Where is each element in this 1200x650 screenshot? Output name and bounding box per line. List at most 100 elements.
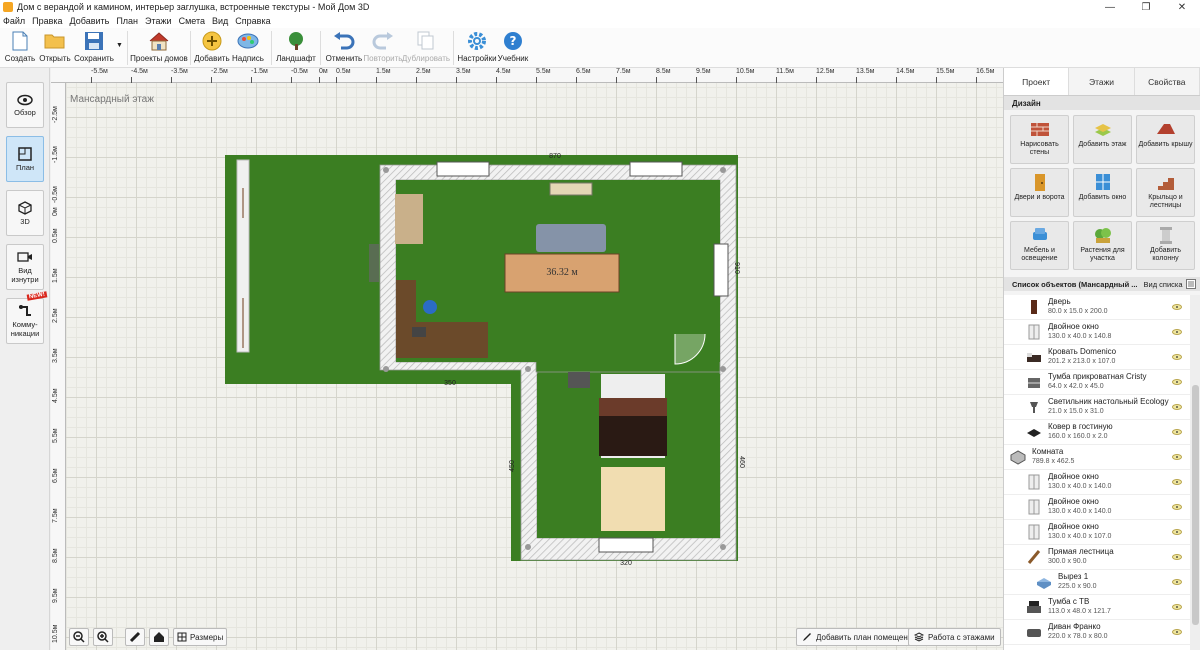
- radiator[interactable]: [369, 244, 379, 282]
- menu-estimate[interactable]: Смета: [179, 16, 205, 26]
- visibility-eye-icon[interactable]: [1172, 354, 1182, 360]
- ruler-button[interactable]: [125, 628, 145, 646]
- visibility-eye-icon[interactable]: [1172, 304, 1182, 310]
- visibility-eye-icon[interactable]: [1172, 429, 1182, 435]
- visibility-eye-icon[interactable]: [1172, 379, 1182, 385]
- add-plus-icon: [201, 30, 223, 52]
- zoom-in-button[interactable]: [93, 628, 113, 646]
- sofa[interactable]: [536, 224, 606, 252]
- home-button[interactable]: [149, 628, 169, 646]
- object-list-item[interactable]: Кровать Domenico 201.2 x 213.0 x 107.0: [1004, 345, 1190, 370]
- menu-edit[interactable]: Правка: [32, 16, 62, 26]
- inside-view-button[interactable]: Вид изнутри: [6, 244, 44, 290]
- window-top-left[interactable]: [436, 161, 490, 177]
- nightstand[interactable]: [568, 372, 590, 388]
- list-view-icon[interactable]: [1185, 279, 1196, 289]
- maximize-button[interactable]: ❐: [1128, 0, 1164, 14]
- object-list-item[interactable]: Ковер в гостиную 160.0 x 160.0 x 2.0: [1004, 420, 1190, 445]
- scrollbar-thumb[interactable]: [1192, 385, 1199, 625]
- menu-floors[interactable]: Этажи: [145, 16, 172, 26]
- view-list-button[interactable]: Вид списка: [1144, 280, 1183, 289]
- doors-gates-button[interactable]: Двери и ворота: [1010, 168, 1069, 217]
- landscape-button[interactable]: Ландшафт: [276, 28, 316, 66]
- object-list-item[interactable]: Тумба с ТВ 113.0 x 48.0 x 121.7: [1004, 595, 1190, 620]
- menu-view[interactable]: Вид: [212, 16, 228, 26]
- object-list-item[interactable]: Вырез 1 225.0 x 90.0: [1004, 570, 1190, 595]
- visibility-eye-icon[interactable]: [1172, 454, 1182, 460]
- create-button[interactable]: Создать: [2, 28, 38, 66]
- tab-properties[interactable]: Свойства: [1135, 68, 1200, 95]
- tab-floors[interactable]: Этажи: [1069, 68, 1135, 95]
- duplicate-button[interactable]: Дублировать: [402, 28, 450, 66]
- floors-work-button[interactable]: Работа с этажами: [908, 628, 1001, 646]
- close-button[interactable]: ✕: [1164, 0, 1200, 14]
- cabinet[interactable]: [395, 194, 423, 244]
- add-window-button[interactable]: Добавить окно: [1073, 168, 1132, 217]
- menu-plan[interactable]: План: [116, 16, 138, 26]
- add-roof-button[interactable]: Добавить крышу: [1136, 115, 1195, 164]
- visibility-eye-icon[interactable]: [1172, 404, 1182, 410]
- visibility-eye-icon[interactable]: [1172, 504, 1182, 510]
- plan-view-button[interactable]: План: [6, 136, 44, 182]
- redo-button[interactable]: Повторить: [363, 28, 403, 66]
- object-list-item[interactable]: Светильник настольный Ecology 21.0 x 15.0…: [1004, 395, 1190, 420]
- object-list-item[interactable]: Двойное окно 130.0 x 40.0 x 140.8: [1004, 320, 1190, 345]
- tutorial-button[interactable]: ? Учебник: [496, 28, 530, 66]
- plan-canvas[interactable]: -5.5м -4.5м -3.5м -2.5м -1.5м -0.5м 0м 0.5м 1.5м…: [51, 68, 1003, 650]
- object-list-scrollbar[interactable]: [1190, 295, 1200, 650]
- object-list-item[interactable]: Комната 789.8 x 462.5: [1004, 445, 1190, 470]
- minimize-button[interactable]: —: [1092, 0, 1128, 14]
- object-list-item[interactable]: Двойное окно 130.0 x 40.0 x 140.0: [1004, 495, 1190, 520]
- menu-help[interactable]: Справка: [235, 16, 270, 26]
- add-floor-button[interactable]: Добавить этаж: [1073, 115, 1132, 164]
- visibility-eye-icon[interactable]: [1172, 604, 1182, 610]
- visibility-eye-icon[interactable]: [1172, 554, 1182, 560]
- undo-button[interactable]: Отменить: [325, 28, 363, 66]
- object-list-item[interactable]: Двойное окно 130.0 x 40.0 x 140.0: [1004, 470, 1190, 495]
- visibility-eye-icon[interactable]: [1172, 579, 1182, 585]
- window-right[interactable]: [713, 243, 729, 297]
- visibility-eye-icon[interactable]: [1172, 329, 1182, 335]
- window-top-right[interactable]: [629, 161, 683, 177]
- furniture-lighting-button[interactable]: Мебель и освещение: [1010, 221, 1069, 270]
- visibility-eye-icon[interactable]: [1172, 479, 1182, 485]
- zoom-out-button[interactable]: [69, 628, 89, 646]
- tab-project[interactable]: Проект: [1004, 68, 1070, 95]
- object-list-item[interactable]: Дверь 80.0 x 15.0 x 200.0: [1004, 295, 1190, 320]
- overview-button[interactable]: Обзор: [6, 82, 44, 128]
- visibility-eye-icon[interactable]: [1172, 529, 1182, 535]
- house-projects-button[interactable]: Проекты домов: [130, 28, 188, 66]
- add-column-button[interactable]: Добавить колонну: [1136, 221, 1195, 270]
- object-name: Светильник настольный Ecology: [1048, 397, 1169, 406]
- object-list-item[interactable]: Прямая лестница 300.0 x 90.0: [1004, 545, 1190, 570]
- porch-stairs-button[interactable]: Крыльцо и лестницы: [1136, 168, 1195, 217]
- object-list-item[interactable]: Диван Франко 220.0 x 78.0 x 80.0: [1004, 620, 1190, 645]
- menu-file[interactable]: Файл: [3, 16, 25, 26]
- desk-bottom[interactable]: [396, 322, 488, 358]
- 3d-view-button[interactable]: 3D: [6, 190, 44, 236]
- open-button[interactable]: Открыть: [38, 28, 72, 66]
- label-button[interactable]: Надпись: [229, 28, 267, 66]
- object-list[interactable]: Дверь 80.0 x 15.0 x 200.0 Двойное окно 130.…: [1004, 295, 1190, 650]
- visibility-eye-icon[interactable]: [1172, 629, 1182, 635]
- rug[interactable]: [601, 467, 665, 531]
- menu-add[interactable]: Добавить: [70, 16, 110, 26]
- save-dropdown-arrow-icon[interactable]: ▼: [116, 42, 123, 49]
- object-info: Двойное окно 130.0 x 40.0 x 140.0: [1048, 472, 1172, 492]
- object-list-item[interactable]: Тумба прикроватная Cristy 64.0 x 42.0 x 4…: [1004, 370, 1190, 395]
- window-bottom[interactable]: [598, 537, 654, 553]
- add-button[interactable]: Добавить: [194, 28, 230, 66]
- settings-button[interactable]: Настройки: [457, 28, 497, 66]
- tv-stand[interactable]: [549, 182, 593, 196]
- plants-button[interactable]: Растения для участка: [1073, 221, 1132, 270]
- save-button[interactable]: Сохранить: [72, 28, 116, 66]
- object-list-item[interactable]: Двойное окно 130.0 x 40.0 x 107.0: [1004, 520, 1190, 545]
- draw-walls-button[interactable]: Нарисовать стены: [1010, 115, 1069, 164]
- lamp[interactable]: [412, 327, 426, 337]
- new-file-icon: [9, 30, 31, 52]
- add-room-plan-button[interactable]: Добавить план помещения: [796, 628, 923, 646]
- communications-button[interactable]: NEW! Комму-никации: [6, 291, 48, 344]
- floor-plan-drawing[interactable]: 870 350 320 910 450 460 36.32 м: [51, 68, 1003, 650]
- chair[interactable]: [423, 300, 437, 314]
- dimensions-button[interactable]: Размеры: [173, 628, 228, 646]
